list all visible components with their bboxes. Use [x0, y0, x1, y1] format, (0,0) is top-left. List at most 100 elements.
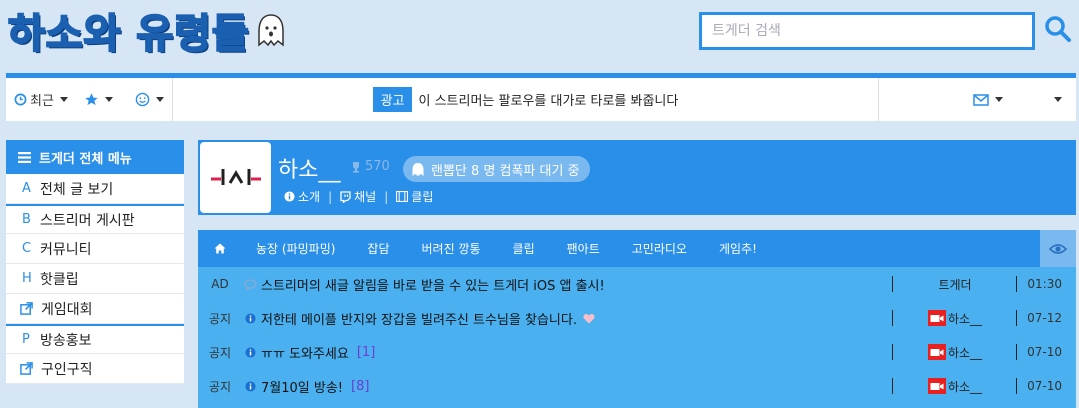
ad-text: 이 스트리머는 팔로우를 대가로 타로를 봐줍니다 [418, 94, 679, 109]
sidebar-item-community[interactable]: C 커뮤니티 [6, 234, 184, 264]
home-tab[interactable] [198, 243, 242, 254]
row-title[interactable]: 스트리머의 새글 알림을 바로 받을 수 있는 트게더 iOS 앱 출시! [261, 275, 605, 294]
user-dropdown[interactable] [1051, 78, 1076, 121]
streamer-card: 하소__ 570 랜뽑단 8 명 컴폭파 대기 중 소개 | 채널 | 클립 [198, 140, 1076, 215]
column-divider [892, 276, 893, 292]
column-divider [1016, 344, 1017, 360]
chevron-down-icon [155, 97, 164, 102]
twitch-icon [340, 190, 351, 203]
row-author[interactable]: 트게더 [898, 276, 1012, 293]
row-kind: 공지 [208, 345, 232, 360]
column-divider [1016, 276, 1017, 292]
info-icon [242, 380, 258, 392]
logo-text: 하소와 유령들 [7, 10, 250, 58]
sidebar-item-label: 전체 글 보기 [40, 181, 114, 198]
board-nav: 농장 (파밍파밍) 잡담 버려진 깡통 클립 팬아트 고민라디오 게임추! [198, 230, 1076, 267]
tab-cans[interactable]: 버려진 깡통 [406, 240, 497, 257]
sidebar-header[interactable]: 트게더 전체 메뉴 [6, 140, 184, 174]
sidebar-item-label: 방송홍보 [40, 332, 92, 349]
column-divider [892, 310, 893, 326]
author-name: 하소__ [947, 379, 983, 394]
row-author[interactable]: 하소__ [898, 344, 1012, 361]
separator: | [328, 189, 333, 204]
home-icon [214, 243, 226, 254]
sidebar-item-streamer-board[interactable]: B 스트리머 게시판 [6, 204, 184, 234]
table-row[interactable]: AD 스트리머의 새글 알림을 바로 받을 수 있는 트게더 iOS 앱 출시!… [198, 267, 1076, 301]
sidebar: 트게더 전체 메뉴 A 전체 글 보기 B 스트리머 게시판 C 커뮤니티 H … [6, 140, 184, 384]
clock-icon [14, 93, 27, 106]
table-row[interactable]: 공지 저한테 메이플 반지와 장갑을 빌려주신 트수님을 찾습니다. 하소__ … [198, 301, 1076, 335]
recent-dropdown[interactable]: 최근 [6, 78, 76, 121]
table-row[interactable]: 공지 ㅠㅠ 도와주세요 [1] 하소__ 07-10 [198, 335, 1076, 369]
sidebar-item-hot-clips[interactable]: H 핫클립 [6, 264, 184, 294]
video-camera-icon [927, 344, 946, 360]
link-clips[interactable]: 클립 [396, 188, 433, 205]
sidebar-item-all-posts[interactable]: A 전체 글 보기 [6, 174, 184, 204]
tab-radio[interactable]: 고민라디오 [616, 240, 703, 257]
sidebar-title: 트게더 전체 메뉴 [39, 151, 132, 167]
row-kind: 공지 [208, 311, 232, 326]
tab-game-rec[interactable]: 게임추! [703, 240, 773, 257]
tab-chat[interactable]: 잡담 [351, 240, 405, 257]
row-date: 07-10 [1027, 379, 1062, 393]
sidebar-item-label: 커뮤니티 [40, 241, 92, 258]
row-author[interactable]: 하소__ [898, 378, 1012, 395]
status-text: 랜뽑단 8 명 컴폭파 대기 중 [431, 163, 580, 179]
trophy-icon [353, 161, 359, 172]
avatar-face-icon [210, 168, 261, 185]
favorites-dropdown[interactable] [76, 78, 121, 121]
separator: | [384, 189, 389, 204]
chevron-down-icon [995, 97, 1003, 102]
sidebar-item-prefix: C [22, 241, 32, 256]
sidebar-item-prefix: A [22, 181, 31, 196]
search-icon[interactable] [1043, 14, 1073, 44]
sidebar-item-jobs[interactable]: 구인구직 [6, 354, 184, 384]
search-input[interactable] [699, 12, 1035, 50]
smile-icon [135, 92, 150, 107]
emoji-dropdown[interactable] [121, 78, 172, 121]
mail-dropdown[interactable] [879, 78, 1051, 121]
avatar[interactable] [200, 142, 271, 213]
tab-fanart[interactable]: 팬아트 [551, 240, 616, 257]
ad-badge: 광고 [372, 87, 413, 112]
author-name: 하소__ [947, 345, 983, 360]
view-toggle[interactable] [1040, 230, 1076, 267]
site-logo[interactable]: 하소와 유령들 [7, 4, 286, 58]
streamer-name[interactable]: 하소__ [278, 152, 340, 184]
row-author[interactable]: 하소__ [898, 310, 1012, 327]
external-link-icon [20, 362, 33, 375]
tab-farm[interactable]: 농장 (파밍파밍) [242, 240, 351, 257]
top-bar: 최근 광고 이 스트리머는 팔로우를 대가로 타로를 봐줍니다 [6, 73, 1076, 121]
row-date: 01:30 [1027, 277, 1062, 291]
trophy-value: 570 [365, 159, 390, 174]
link-intro-label: 소개 [298, 190, 321, 204]
eye-icon [1049, 243, 1067, 254]
sidebar-item-label: 게임대회 [41, 301, 93, 318]
heart-icon [583, 313, 595, 323]
sidebar-item-stream-promo[interactable]: P 방송홍보 [6, 324, 184, 354]
ad-banner[interactable]: 광고 이 스트리머는 팔로우를 대가로 타로를 봐줍니다 [173, 87, 878, 112]
row-title[interactable]: 7월10일 방송! [261, 377, 343, 396]
board: 농장 (파밍파밍) 잡담 버려진 깡통 클립 팬아트 고민라디오 게임추! AD… [198, 230, 1076, 408]
external-link-icon [20, 302, 33, 315]
info-icon [284, 191, 295, 202]
ghost-icon [257, 14, 284, 47]
star-icon [85, 93, 98, 106]
link-intro[interactable]: 소개 [284, 188, 320, 205]
column-divider [1016, 378, 1017, 394]
chevron-down-icon [1054, 97, 1062, 102]
tab-clips[interactable]: 클립 [497, 240, 551, 257]
sidebar-item-game-tournament[interactable]: 게임대회 [6, 294, 184, 324]
table-row[interactable]: 공지 7월10일 방송! [8] 하소__ 07-10 [198, 369, 1076, 403]
row-title[interactable]: ㅠㅠ 도와주세요 [261, 343, 349, 362]
trophy-count: 570 [350, 159, 390, 174]
sidebar-item-label: 구인구직 [41, 361, 93, 378]
info-icon [242, 312, 258, 324]
column-divider [1016, 310, 1017, 326]
streamer-links: 소개 | 채널 | 클립 [284, 188, 433, 205]
row-title[interactable]: 저한테 메이플 반지와 장갑을 빌려주신 트수님을 찾습니다. [261, 309, 577, 328]
column-divider [892, 344, 893, 360]
comment-count: [1] [356, 344, 376, 360]
link-channel[interactable]: 채널 [340, 188, 376, 205]
recent-label: 최근 [30, 94, 54, 109]
